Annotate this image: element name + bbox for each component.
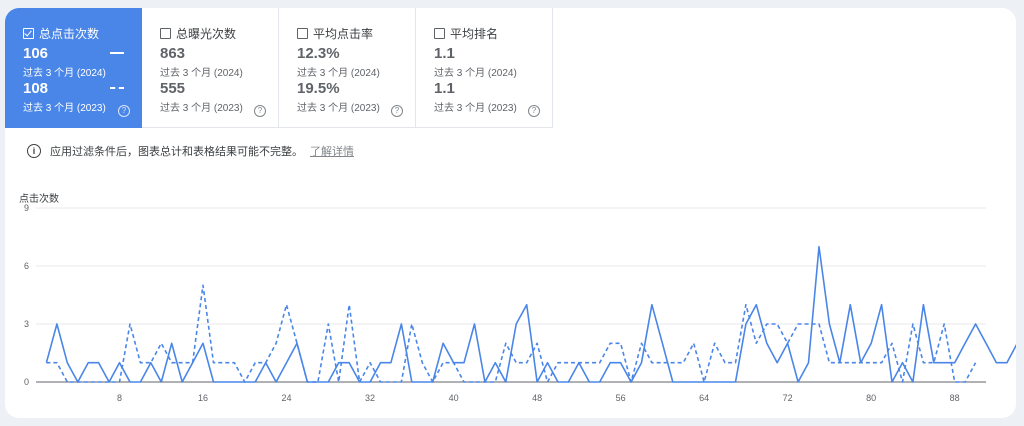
x-tick-label: 32: [365, 393, 375, 403]
clicks-line-chart: 0 3 6 9 8 16 24 32 40 48 56 64 72 80 88: [24, 203, 1016, 403]
x-tick-label: 8: [117, 393, 122, 403]
x-tick-label: 88: [950, 393, 960, 403]
x-tick-label: 24: [282, 393, 292, 403]
x-tick-label: 48: [532, 393, 542, 403]
x-tick-label: 56: [616, 393, 626, 403]
x-tick-label: 64: [699, 393, 709, 403]
x-tick-label: 80: [866, 393, 876, 403]
series-line-2023: [46, 284, 977, 383]
x-tick-label: 40: [449, 393, 459, 403]
y-tick-label: 6: [24, 261, 29, 271]
x-tick-label: 16: [198, 393, 208, 403]
performance-card: 总点击次数 106 过去 3 个月 (2024) 108 过去 3 个月 (20…: [5, 8, 1016, 418]
y-tick-label: 3: [24, 319, 29, 329]
series-line-2024: [45, 245, 1016, 383]
y-tick-label: 0: [24, 377, 29, 387]
x-tick-label: 72: [783, 393, 793, 403]
y-tick-label: 9: [24, 203, 29, 213]
